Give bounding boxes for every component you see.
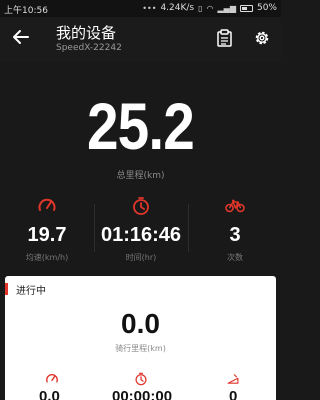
ride-count-value: 3 bbox=[229, 224, 241, 246]
ride-speed-value: 0.0 bbox=[39, 388, 60, 400]
total-distance-label: 总里程(km) bbox=[116, 171, 165, 181]
vibrate-icon: ▯ bbox=[198, 3, 203, 13]
ride-distance-label: 骑行里程(km) bbox=[115, 344, 166, 353]
ride-climb-value: 0 bbox=[229, 388, 238, 400]
speedometer-icon bbox=[46, 374, 58, 383]
gear-icon[interactable] bbox=[253, 29, 271, 47]
status-time: 上午10:56 bbox=[4, 6, 48, 16]
wifi-icon: ◠ bbox=[206, 3, 214, 13]
ride-count-stat: 3 次数 bbox=[188, 192, 282, 264]
page-title: 我的设备 bbox=[56, 24, 117, 42]
clipboard-icon[interactable] bbox=[216, 29, 233, 47]
ride-count-label: 次数 bbox=[227, 253, 243, 262]
avg-speed-value: 19.7 bbox=[27, 224, 67, 246]
slope-icon bbox=[227, 374, 239, 384]
battery-percent: 50% bbox=[256, 3, 277, 13]
ride-distance-value: 0.0 bbox=[121, 308, 160, 339]
dots-icon: ••• bbox=[142, 3, 157, 13]
total-distance-value: 25.2 bbox=[86, 89, 195, 163]
stopwatch-icon bbox=[135, 372, 147, 386]
status-bar: 上午10:56 ••• 4.24K/s ▯ ◠ ▂▄▆ 50% bbox=[0, 0, 281, 17]
bicycle-icon bbox=[225, 199, 245, 213]
battery-fill bbox=[241, 6, 247, 10]
speedometer-icon bbox=[38, 198, 56, 211]
avg-speed-stat: 19.7 均速(km/h) bbox=[0, 192, 94, 264]
ride-status: 进行中 bbox=[16, 286, 46, 297]
summary-stats: 19.7 均速(km/h) 01:16:46 时间(hr) 3 次数 bbox=[0, 192, 281, 264]
status-right: ••• 4.24K/s ▯ ◠ ▂▄▆ 50% bbox=[142, 3, 277, 13]
stopwatch-icon bbox=[133, 197, 149, 215]
duration-stat: 01:16:46 时间(hr) bbox=[94, 192, 188, 264]
current-ride-card[interactable]: 进行中 0.0 骑行里程(km) 0.0 00:00:00 0 bbox=[5, 276, 276, 400]
duration-label: 时间(hr) bbox=[125, 253, 157, 262]
status-marker bbox=[5, 283, 8, 295]
back-arrow-icon[interactable] bbox=[12, 28, 30, 46]
network-speed: 4.24K/s bbox=[160, 3, 195, 13]
avg-speed-label: 均速(km/h) bbox=[25, 253, 69, 262]
duration-value: 01:16:46 bbox=[100, 224, 182, 246]
battery-icon bbox=[239, 4, 253, 12]
device-name: SpeedX-22242 bbox=[56, 43, 122, 53]
app-bar: 我的设备 SpeedX-22242 bbox=[0, 17, 281, 62]
signal-icon: ▂▄▆ bbox=[217, 3, 236, 13]
ride-time-value: 00:00:00 bbox=[112, 388, 173, 400]
